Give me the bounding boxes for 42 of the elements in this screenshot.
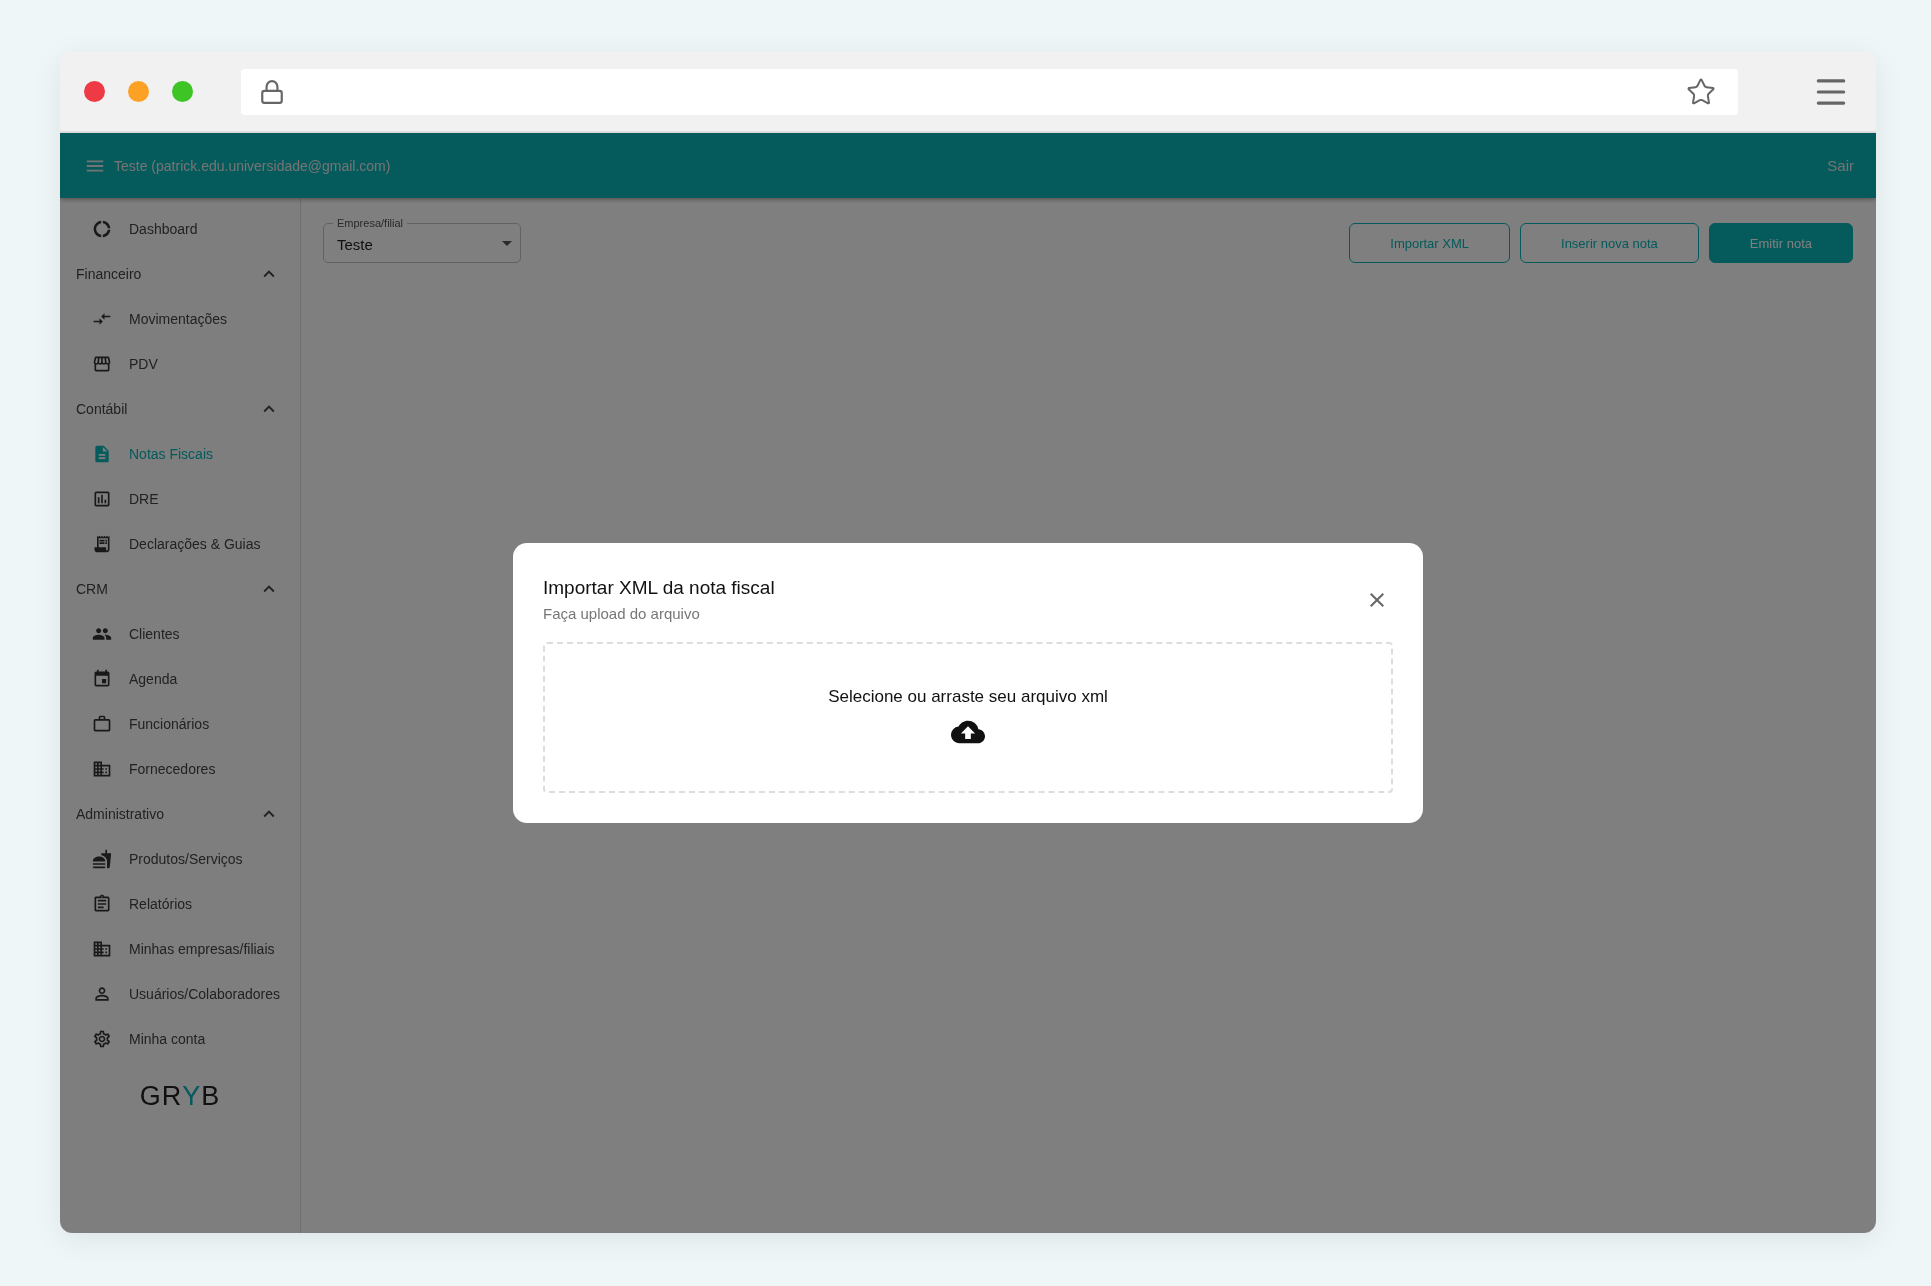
dropzone-text: Selecione ou arraste seu arquivo xml [828,686,1108,707]
sidebar-group-header[interactable]: Administrativo [60,791,300,836]
sidebar-item[interactable]: Fornecedores [60,746,300,791]
sidebar-item[interactable]: Declarações & Guias [60,521,300,566]
donut-icon [92,218,112,239]
close-window-dot[interactable] [84,81,105,102]
sidebar-item[interactable]: Minhas empresas/filiais [60,926,300,971]
clipboard-icon [92,893,112,914]
dialog-subtitle: Faça upload do arquivo [543,605,701,622]
calendar-icon [92,668,112,689]
action-button[interactable]: Importar XML [1349,223,1510,263]
sidebar-item[interactable]: Clientes [60,611,300,656]
sidebar-item[interactable]: Agenda [60,656,300,701]
sidebar-item[interactable]: Produtos/Serviços [60,836,300,881]
document-icon [92,443,112,464]
lock-icon [259,78,285,105]
sidebar-group-header[interactable]: Financeiro [60,251,300,296]
logo: GRYB [138,1081,222,1112]
briefcase-icon [92,713,112,734]
user-label: Teste (patrick.edu.universidade@gmail.com) [114,157,392,174]
sidebar-group-header[interactable]: Contábil [60,386,300,431]
action-button[interactable]: Emitir nota [1708,223,1853,263]
sidebar-item[interactable]: Relatórios [60,881,300,926]
sidebar-item[interactable]: Dashboard [60,206,300,251]
sidebar-item[interactable]: DRE [60,476,300,521]
maximize-window-dot[interactable] [172,81,193,102]
dropdown-arrow-icon [502,240,512,246]
star-icon[interactable] [1686,76,1716,107]
sidebar-group-header[interactable]: CRM [60,566,300,611]
sidebar-item[interactable]: Notas Fiscais [60,431,300,476]
sidebar-item[interactable]: Minha conta [60,1016,300,1061]
action-button[interactable]: Inserir nova nota [1520,223,1699,263]
food-icon [92,848,112,869]
sidebar-item[interactable]: PDV [60,341,300,386]
dialog-title: Importar XML da nota fiscal [543,577,775,599]
receipt-icon [92,533,112,554]
sidebar-item[interactable]: Funcionários [60,701,300,746]
file-dropzone[interactable]: Selecione ou arraste seu arquivo xml [543,642,1393,793]
settings-icon [92,1028,112,1049]
sidebar-item[interactable]: Usuários/Colaboradores [60,971,300,1016]
minimize-window-dot[interactable] [128,81,149,102]
sidebar-item[interactable]: Movimentações [60,296,300,341]
